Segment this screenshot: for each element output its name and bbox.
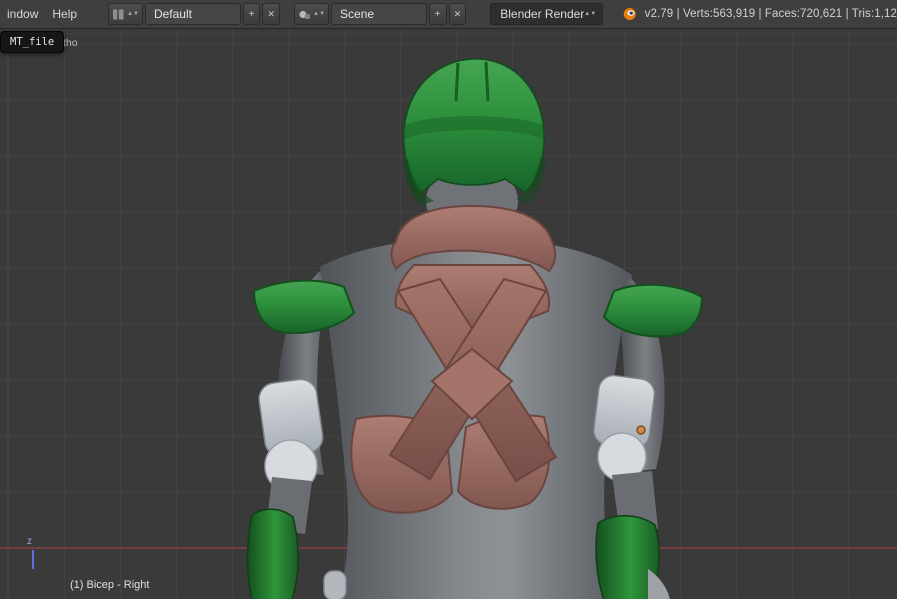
- axis-z-label: z: [27, 536, 32, 547]
- scene-icon-button[interactable]: ▲▼: [294, 3, 329, 25]
- delete-layout-button[interactable]: ✕: [262, 3, 280, 25]
- render-engine-value: Blender Render: [500, 7, 584, 21]
- view-name-label: tho: [63, 37, 78, 49]
- editor-layout-icon-button[interactable]: ▲▼: [108, 3, 143, 25]
- active-object-label: (1) Bicep - Right: [70, 579, 149, 591]
- dropdown-arrows-icon: ▲▼: [313, 12, 325, 17]
- blender-logo-icon: [623, 5, 636, 23]
- right-wrist-mesh[interactable]: [648, 569, 670, 599]
- menu-help[interactable]: Help: [45, 7, 84, 21]
- helmet-crest-line: [486, 62, 488, 101]
- scene-name-field[interactable]: Scene: [331, 3, 427, 25]
- layout-name-field[interactable]: Default: [145, 3, 241, 25]
- render-engine-dropdown[interactable]: Blender Render ▲▼: [490, 3, 603, 25]
- helmet-crest-line: [456, 63, 458, 101]
- viewport-3d[interactable]: tho MT_file z (1) Bicep - Right: [0, 29, 897, 599]
- viewport-scene: [0, 29, 897, 599]
- add-layout-button[interactable]: +: [243, 3, 261, 25]
- scene-icon: [298, 8, 311, 21]
- tooltip-mt-file: MT_file: [0, 31, 64, 53]
- dropdown-arrows-icon: ▲▼: [584, 12, 596, 17]
- scene-statistics: v2.79 | Verts:563,919 | Faces:720,621 | …: [645, 8, 897, 20]
- character-model[interactable]: [248, 59, 703, 599]
- left-forearm-guard[interactable]: [248, 509, 299, 599]
- cursor-dot[interactable]: [637, 426, 645, 434]
- blender-window: indow Help ▲▼ Default + ✕ ▲▼ Scene + ✕ B…: [0, 0, 897, 599]
- handle-mesh[interactable]: [324, 571, 346, 599]
- menu-window[interactable]: indow: [0, 7, 45, 21]
- add-scene-button[interactable]: +: [429, 3, 447, 25]
- dropdown-arrows-icon: ▲▼: [127, 12, 139, 17]
- delete-scene-button[interactable]: ✕: [449, 3, 467, 25]
- top-header: indow Help ▲▼ Default + ✕ ▲▼ Scene + ✕ B…: [0, 0, 897, 29]
- split-layout-icon: [112, 8, 125, 21]
